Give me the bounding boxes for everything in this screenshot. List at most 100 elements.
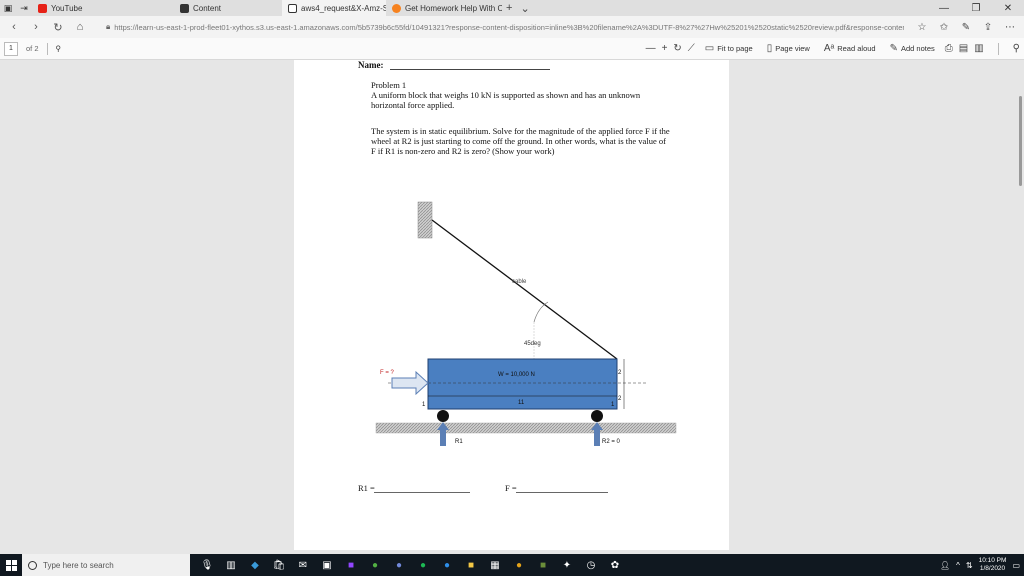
window-controls: — ❐ ✕	[928, 0, 1024, 16]
tab-actions-icon[interactable]: ▣	[0, 0, 16, 16]
favorite-star-icon[interactable]: ☆	[912, 18, 932, 36]
favorites-icon[interactable]: ✩	[934, 18, 954, 36]
page-view-button[interactable]: ▯ Page view	[763, 43, 814, 54]
network-icon[interactable]: ⇅	[966, 561, 973, 570]
weight-label: W = 10,000 N	[498, 372, 535, 378]
zoom-in-icon[interactable]: +	[662, 43, 668, 54]
discord-icon[interactable]: ●	[390, 556, 408, 574]
tab-youtube[interactable]: YouTube	[32, 0, 102, 16]
pen-icon[interactable]: ✎	[956, 18, 976, 36]
cable-label: cable	[512, 279, 527, 285]
tab-content[interactable]: Content	[174, 0, 282, 16]
divider	[46, 42, 48, 55]
page-number-input[interactable]: 1	[4, 41, 18, 56]
youtube-icon	[38, 3, 47, 13]
game-icon[interactable]: ✦	[558, 556, 576, 574]
microphone-icon[interactable]: 🎙︎	[198, 556, 216, 574]
pdf-page: Name: Problem 1 A uniform block that wei…	[294, 60, 729, 550]
search-icon[interactable]: ⚲	[56, 44, 62, 53]
tab-bar: ▣ ⇥ YouTube Content aws4_request&X-Amz-S…	[0, 0, 1024, 16]
new-tab-button[interactable]: +	[502, 2, 516, 14]
problem-diagram: cable 45deg W = 10,000 N 11 1 1 F = ? 2 …	[375, 201, 677, 446]
back-icon[interactable]: ‹	[4, 18, 24, 36]
zoom-out-icon[interactable]: —	[646, 43, 656, 54]
angle-label: 45deg	[524, 341, 541, 347]
problem-statement: Problem 1 A uniform block that weighs 10…	[371, 80, 671, 110]
home-icon[interactable]: ⌂	[70, 18, 90, 36]
people-icon[interactable]: 👤︎	[940, 561, 950, 570]
save-icon[interactable]: ▤	[959, 43, 968, 54]
start-button[interactable]	[0, 554, 22, 576]
wall-support	[417, 201, 433, 239]
pin-icon[interactable]: ⚲	[1013, 43, 1020, 54]
refresh-icon[interactable]: ↻	[48, 18, 68, 36]
answer-f-blank[interactable]	[516, 492, 608, 493]
scrollbar[interactable]	[1019, 96, 1022, 186]
minecraft-icon[interactable]: ■	[534, 556, 552, 574]
file-explorer-icon[interactable]: ■	[462, 556, 480, 574]
fit-page-icon: ▭	[704, 43, 715, 54]
ground	[375, 422, 677, 434]
tab-chegg[interactable]: Get Homework Help With C	[386, 0, 502, 16]
wheel-right	[591, 410, 603, 422]
force-label: F = ?	[380, 370, 395, 376]
rotate-icon[interactable]: ↻	[673, 43, 681, 54]
tab-list-chevron-icon[interactable]: ⌄	[516, 2, 533, 15]
blackboard-icon	[180, 3, 189, 13]
problem-text: A uniform block that weighs 10 kN is sup…	[371, 90, 641, 110]
edge-icon[interactable]: ●	[438, 556, 456, 574]
photos-icon[interactable]: ▦	[486, 556, 504, 574]
taskbar: Type here to search 🎙︎ ▥ ◆ 🛍︎ ✉ ▣ ■ ● ● …	[0, 554, 1024, 576]
problem-instructions: The system is in static equilibrium. Sol…	[371, 126, 670, 156]
clock-app-icon[interactable]: ◷	[582, 556, 600, 574]
cortana-icon	[28, 560, 37, 570]
store-icon[interactable]: 🛍︎	[270, 556, 288, 574]
share-icon[interactable]: ⇪	[978, 18, 998, 36]
height-bottom-label: 2	[618, 396, 622, 402]
add-notes-button[interactable]: ✎ Add notes	[886, 43, 939, 54]
read-aloud-button[interactable]: Aᵃ Read aloud	[820, 43, 880, 54]
name-label: Name:	[358, 60, 384, 70]
divider	[997, 42, 999, 55]
app-icon[interactable]: ▣	[318, 556, 336, 574]
task-view-icon[interactable]: ▥	[222, 556, 240, 574]
restore-icon[interactable]: ❐	[960, 0, 992, 16]
set-aside-tabs-icon[interactable]: ⇥	[16, 0, 32, 16]
answer-f-label: F =	[505, 483, 517, 493]
taskbar-apps: 🎙︎ ▥ ◆ 🛍︎ ✉ ▣ ■ ● ● ● ● ■ ▦ ● ■ ✦ ◷ ✿	[198, 556, 624, 574]
close-window-icon[interactable]: ✕	[992, 0, 1024, 16]
lock-icon: 🔒︎	[106, 22, 111, 31]
paint-icon[interactable]: ✿	[606, 556, 624, 574]
height-top-label: 2	[618, 370, 622, 376]
mail-icon[interactable]: ✉	[294, 556, 312, 574]
r1-label: R1	[455, 439, 463, 445]
vscode-icon[interactable]: ◆	[246, 556, 264, 574]
clock[interactable]: 10:10 PM 1/8/2020	[979, 557, 1007, 573]
url-field[interactable]: 🔒︎ https://learn-us-east-1-prod-fleet01-…	[100, 19, 904, 35]
more-icon[interactable]: ⋯	[1000, 18, 1020, 36]
twitch-icon[interactable]: ■	[342, 556, 360, 574]
add-notes-icon: ✎	[889, 43, 898, 54]
spotify-icon[interactable]: ●	[414, 556, 432, 574]
fit-to-page-button[interactable]: ▭ Fit to page	[701, 43, 757, 54]
pdf-toolbar: 1 of 2 ⚲ — + ↻ ⟋ ▭ Fit to page ▯ Page vi…	[0, 38, 1024, 60]
xbox-icon[interactable]: ●	[366, 556, 384, 574]
print-icon[interactable]: ⎙	[945, 43, 953, 54]
notifications-icon[interactable]: ▭	[1012, 561, 1020, 570]
name-blank	[390, 69, 550, 70]
chrome-icon[interactable]: ●	[510, 556, 528, 574]
chevron-up-icon[interactable]: ^	[956, 561, 960, 570]
minimize-icon[interactable]: —	[928, 0, 960, 16]
answer-r1-blank[interactable]	[374, 492, 470, 493]
system-tray: 👤︎ ^ ⇅ 10:10 PM 1/8/2020 ▭	[940, 557, 1024, 573]
save-as-icon[interactable]: ▥	[974, 43, 983, 54]
page-view-icon: ▯	[766, 43, 773, 54]
problem-title: Problem 1	[371, 80, 407, 90]
tab-aws-request[interactable]: aws4_request&X-Amz-S ×	[282, 0, 386, 16]
wheel-left	[437, 410, 449, 422]
draw-icon[interactable]: ⟋	[688, 43, 695, 54]
forward-icon[interactable]: ›	[26, 18, 46, 36]
pdf-viewer[interactable]: Name: Problem 1 A uniform block that wei…	[0, 60, 1024, 554]
taskbar-search[interactable]: Type here to search	[22, 554, 190, 576]
r2-label: R2 = 0	[602, 439, 621, 445]
